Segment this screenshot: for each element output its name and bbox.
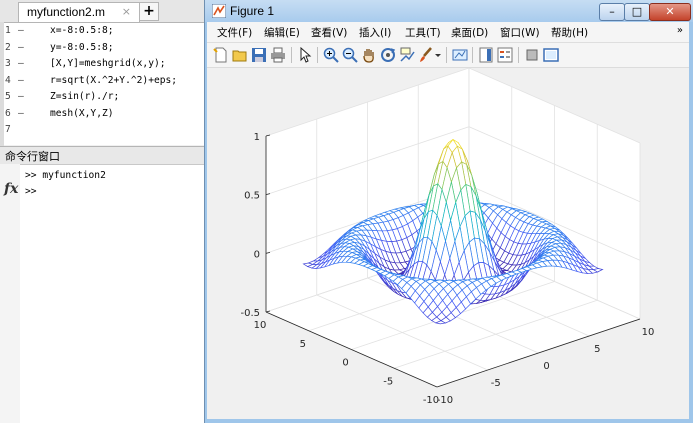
save-icon[interactable]	[251, 47, 267, 63]
menu-insert[interactable]: 插入(I)	[359, 25, 391, 40]
z-tick-label: -0.5	[240, 308, 260, 319]
colorbar-icon[interactable]	[478, 47, 494, 63]
menu-desktop[interactable]: 桌面(D)	[451, 25, 488, 40]
code-text: y=-8:0.5:8;	[50, 41, 114, 53]
data-cursor-icon[interactable]	[399, 47, 415, 63]
figure-title-bar[interactable]: Figure 1 – □ ✕	[205, 0, 693, 22]
menu-overflow-icon[interactable]: »	[677, 25, 683, 36]
code-text: Z=sin(r)./r;	[50, 91, 120, 102]
zoom-in-icon[interactable]	[323, 47, 339, 63]
line-number: 5	[5, 91, 11, 102]
toolbar-separator	[291, 47, 292, 63]
line-number: 4	[5, 74, 11, 86]
line-marker: –	[18, 25, 24, 36]
minimize-button[interactable]: –	[599, 3, 625, 21]
x-tick-label: 10	[642, 327, 655, 338]
brush-dropdown-icon[interactable]	[434, 47, 442, 63]
code-line[interactable]: 5– Z=sin(r)./r;	[0, 89, 204, 105]
figure-canvas[interactable]: -0.5 0 0.5 1 -10 -5 0 5 10 -10 -5 0 5 10	[207, 68, 689, 419]
close-tab-icon[interactable]: ×	[122, 5, 131, 18]
command-window-title: 命令行窗口	[5, 150, 60, 163]
rotate-3d-icon[interactable]	[380, 47, 396, 63]
line-number: 3	[5, 58, 11, 69]
minimize-icon: –	[609, 5, 615, 18]
toolbar-separator	[518, 47, 519, 63]
y-tick-label: 10	[254, 320, 267, 331]
line-marker: –	[18, 91, 24, 102]
close-icon: ✕	[665, 5, 675, 18]
menu-file[interactable]: 文件(F)	[217, 25, 252, 40]
figure-menu-bar: 文件(F) 编辑(E) 查看(V) 插入(I) 工具(T) 桌面(D) 窗口(W…	[207, 22, 689, 43]
y-tick-label: 0	[342, 358, 348, 369]
mesh-plot[interactable]: -0.5 0 0.5 1 -10 -5 0 5 10 -10 -5 0 5 10	[207, 68, 689, 419]
z-tick-label: 0	[254, 249, 260, 260]
line-marker: –	[18, 58, 24, 69]
new-tab-button[interactable]: +	[139, 2, 159, 21]
line-number: 6	[5, 107, 11, 119]
open-file-icon[interactable]	[232, 47, 248, 63]
line-number: 2	[5, 41, 11, 53]
menu-view[interactable]: 查看(V)	[311, 25, 347, 40]
hide-plot-tools-icon[interactable]	[524, 47, 540, 63]
x-tick-label: -5	[491, 378, 501, 389]
command-window-header: 命令行窗口	[0, 146, 204, 165]
code-text: r=sqrt(X.^2+Y.^2)+eps;	[50, 74, 178, 86]
x-tick-label: 5	[594, 344, 600, 355]
toolbar-separator	[446, 47, 447, 63]
select-arrow-icon[interactable]	[297, 47, 313, 63]
code-line[interactable]: 6– mesh(X,Y,Z)	[0, 106, 204, 122]
new-figure-icon[interactable]	[213, 47, 229, 63]
close-button[interactable]: ✕	[649, 3, 691, 21]
line-number: 1	[5, 25, 11, 36]
command-prompt[interactable]: >>	[25, 186, 37, 197]
code-line[interactable]: 3– [X,Y]=meshgrid(x,y);	[0, 56, 204, 72]
code-line[interactable]: 4– r=sqrt(X.^2+Y.^2)+eps;	[0, 73, 204, 89]
code-text: mesh(X,Y,Z)	[50, 107, 114, 119]
toolbar-separator	[472, 47, 473, 63]
code-line[interactable]: 7	[0, 122, 204, 138]
editor-tab-bar: myfunction2.m × +	[0, 0, 204, 23]
maximize-icon: □	[631, 5, 643, 18]
z-tick-label: 1	[254, 132, 260, 143]
editor-panel: myfunction2.m × + 1– x=-8:0.5:8; 2– y=-8:0.…	[0, 0, 205, 146]
x-tick-label: 0	[543, 361, 549, 372]
y-tick-label: 5	[300, 339, 306, 350]
menu-window[interactable]: 窗口(W)	[500, 25, 540, 40]
function-browser-icon[interactable]: fx	[4, 181, 18, 197]
code-line[interactable]: 1– x=-8:0.5:8;	[0, 23, 204, 39]
command-history-line: >> myfunction2	[25, 170, 106, 181]
x-tick-label: -10	[437, 395, 453, 406]
line-marker: –	[18, 107, 24, 119]
code-text: x=-8:0.5:8;	[50, 25, 114, 36]
line-marker: –	[18, 74, 24, 86]
y-tick-label: -10	[423, 395, 439, 406]
zoom-out-icon[interactable]	[342, 47, 358, 63]
legend-icon[interactable]	[497, 47, 513, 63]
maximize-button[interactable]: □	[624, 3, 650, 21]
figure-title: Figure 1	[230, 4, 275, 18]
line-number: 7	[5, 124, 11, 135]
matlab-figure-icon	[212, 4, 226, 18]
line-marker: –	[18, 41, 24, 53]
figure-toolbar	[207, 43, 689, 68]
print-icon[interactable]	[270, 47, 286, 63]
code-line[interactable]: 2– y=-8:0.5:8;	[0, 40, 204, 56]
figure-window: Figure 1 – □ ✕ 文件(F) 编辑(E) 查看(V) 插入(I) 工…	[204, 0, 693, 423]
menu-edit[interactable]: 编辑(E)	[264, 25, 300, 40]
command-window-gutter	[0, 164, 20, 423]
editor-tab-label: myfunction2.m	[27, 5, 106, 19]
link-plot-icon[interactable]	[452, 47, 468, 63]
menu-help[interactable]: 帮助(H)	[551, 25, 588, 40]
y-tick-label: -5	[383, 376, 393, 387]
menu-tools[interactable]: 工具(T)	[405, 25, 441, 40]
pan-hand-icon[interactable]	[361, 47, 377, 63]
editor-tab-myfunction2[interactable]: myfunction2.m ×	[18, 2, 140, 22]
show-plot-tools-icon[interactable]	[543, 47, 559, 63]
z-tick-label: 0.5	[244, 191, 260, 202]
command-window[interactable]: 命令行窗口 >> myfunction2 >> fx	[0, 146, 205, 423]
toolbar-separator	[317, 47, 318, 63]
code-text: [X,Y]=meshgrid(x,y);	[50, 58, 166, 69]
brush-icon[interactable]	[418, 47, 434, 63]
